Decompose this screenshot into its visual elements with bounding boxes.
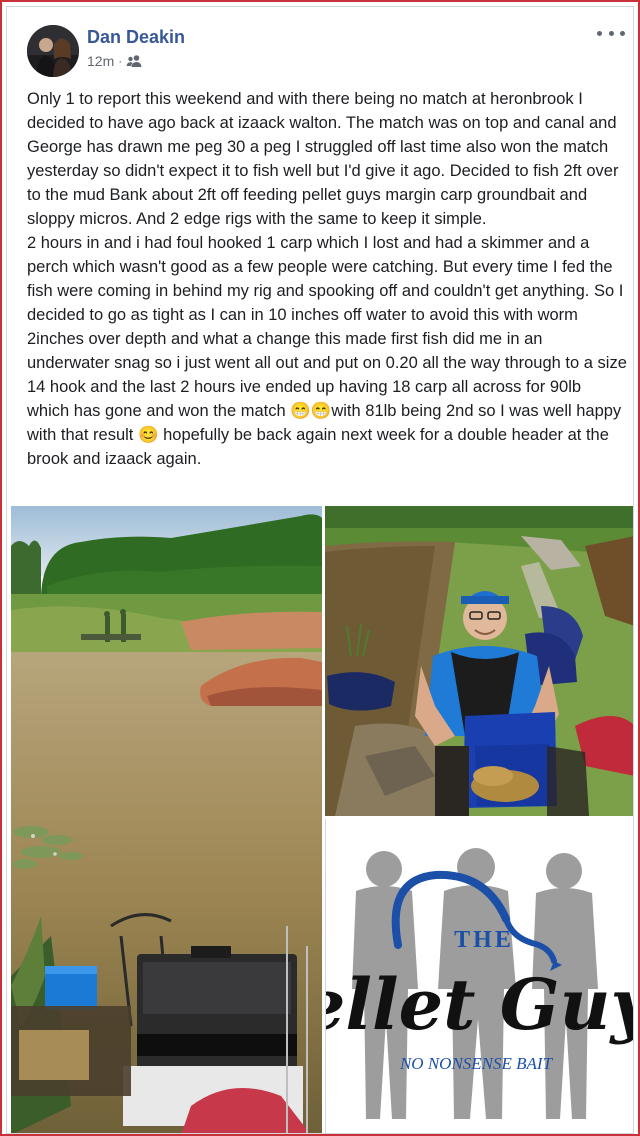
post-meta: 12m · (87, 53, 142, 69)
author-name[interactable]: Dan Deakin (87, 27, 185, 48)
lake-photo[interactable] (11, 506, 322, 1133)
post-header: Dan Deakin 12m · (7, 7, 633, 87)
logo-main-text: ellet Guy (326, 963, 634, 1046)
logo-the: THE (454, 927, 514, 953)
more-options-icon[interactable] (597, 25, 625, 41)
post-time[interactable]: 12m (87, 53, 114, 69)
screenshot-frame: Dan Deakin 12m · Only 1 to report this w… (0, 0, 640, 1136)
photo-grid: THE ellet Guy NO NONSENSE BAIT (7, 506, 634, 1133)
friends-icon[interactable] (126, 54, 142, 68)
post-text: Only 1 to report this weekend and with t… (27, 90, 627, 468)
meta-separator: · (118, 54, 123, 68)
pellet-guy-logo-image[interactable]: THE ellet Guy NO NONSENSE BAIT (325, 819, 634, 1133)
logo-tagline: NO NONSENSE BAIT (399, 1054, 554, 1073)
post-card: Dan Deakin 12m · Only 1 to report this w… (6, 6, 634, 1134)
angler-photo[interactable] (325, 506, 633, 816)
avatar[interactable] (27, 25, 79, 77)
